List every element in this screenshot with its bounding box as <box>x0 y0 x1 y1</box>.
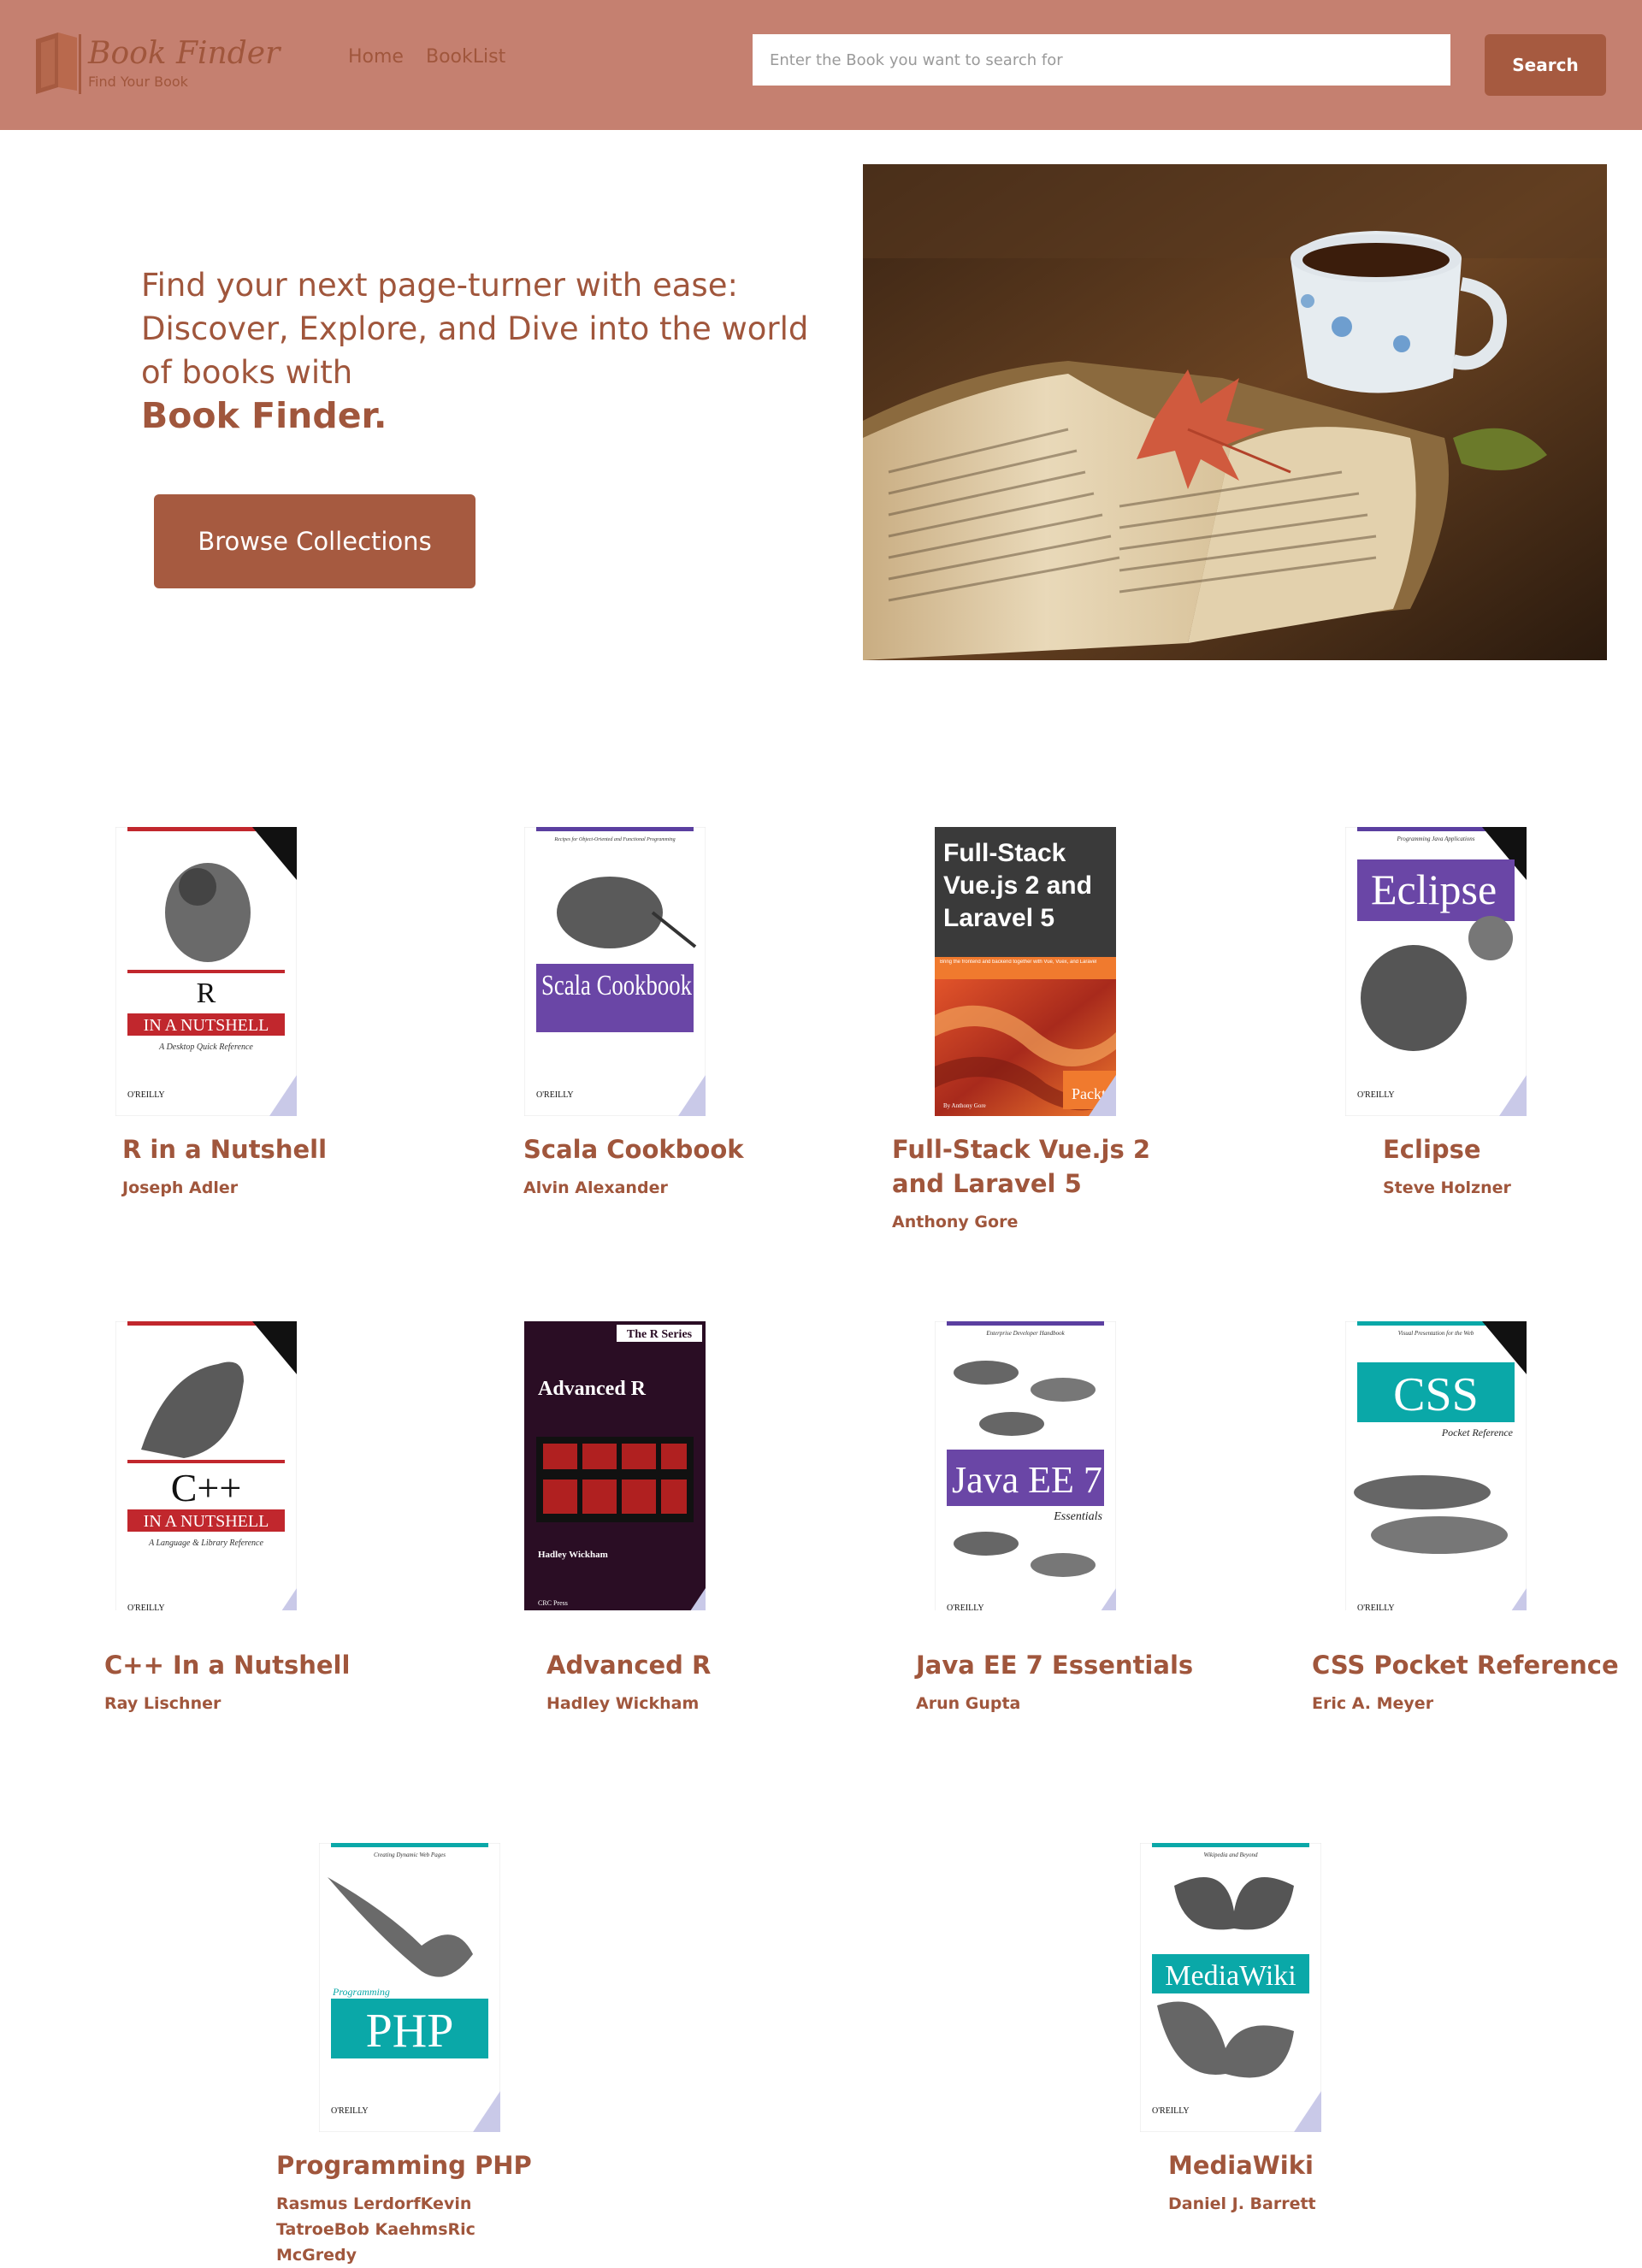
book-title[interactable]: Full-Stack Vue.js 2 and Laravel 5 <box>892 1132 1183 1201</box>
book-cover-art: Wikipedia and Beyond MediaWiki O'REILLY <box>1140 1843 1321 2132</box>
cover-subtitle: A Desktop Quick Reference <box>158 1042 253 1052</box>
cover-title: Full-Stack Vue.js 2 and Laravel 5 <box>943 839 1092 932</box>
cover-top: Visual Presentation for the Web <box>1398 1330 1474 1337</box>
search-button[interactable]: Search <box>1485 34 1606 96</box>
book-author: Anthony Gore <box>892 1213 1019 1231</box>
book-title[interactable]: MediaWiki <box>1168 2148 1442 2182</box>
cover-publisher: O'REILLY <box>947 1604 984 1610</box>
book-title[interactable]: C++ In a Nutshell <box>104 1648 446 1682</box>
cover-byline: By Anthony Gore <box>943 1102 986 1109</box>
brand-name[interactable]: Book Finder <box>88 36 280 71</box>
book-cover[interactable]: Enterprise Developer Handbook Java EE 7 … <box>935 1321 1116 1610</box>
book-cover[interactable]: Programming Java Applications Eclipse O'… <box>1345 827 1527 1116</box>
book-title[interactable]: Java EE 7 Essentials <box>916 1648 1207 1682</box>
nav-link-booklist[interactable]: BookList <box>426 46 505 68</box>
book-author: Alvin Alexander <box>523 1178 668 1197</box>
cover-publisher: O'REILLY <box>127 1090 165 1100</box>
book-title[interactable]: R in a Nutshell <box>122 1132 413 1166</box>
book-cover-art: Enterprise Developer Handbook Java EE 7 … <box>935 1321 1116 1610</box>
book-title[interactable]: Eclipse <box>1383 1132 1639 1166</box>
book-cover[interactable]: Full-Stack Vue.js 2 and Laravel 5 Bring … <box>935 827 1116 1116</box>
book-cover[interactable]: R IN A NUTSHELL A Desktop Quick Referenc… <box>115 827 297 1116</box>
book-cover-art: Creating Dynamic Web Pages Programming P… <box>319 1843 500 2132</box>
browse-collections-button[interactable]: Browse Collections <box>154 494 475 588</box>
cover-title: Scala Cookbook <box>541 970 692 1001</box>
book-author: Arun Gupta <box>916 1694 1021 1713</box>
book-title[interactable]: Scala Cookbook <box>523 1132 848 1166</box>
cover-series: The R Series <box>627 1328 693 1341</box>
cover-subtitle: Recipes for Object-Oriented and Function… <box>553 836 675 842</box>
book-cover[interactable]: Recipes for Object-Oriented and Function… <box>524 827 706 1116</box>
cover-publisher: O'REILLY <box>536 1090 574 1100</box>
hero-tagline: Find your next page-turner with ease: Di… <box>141 267 809 391</box>
book-author: Eric A. Meyer <box>1312 1694 1434 1713</box>
brand-tagline: Find Your Book <box>88 74 188 90</box>
book-cover-art: Full-Stack Vue.js 2 and Laravel 5 Bring … <box>935 827 1116 1116</box>
book-cover[interactable]: Visual Presentation for the Web CSS Pock… <box>1345 1321 1527 1610</box>
cover-title: Advanced R <box>538 1378 647 1400</box>
cover-byline: Hadley Wickham <box>538 1550 608 1560</box>
cover-subtitle: A Language & Library Reference <box>148 1539 263 1548</box>
book-cover-art: R IN A NUTSHELL A Desktop Quick Referenc… <box>115 827 297 1116</box>
cover-publisher: O'REILLY <box>1152 2106 1190 2116</box>
book-cover-art: C++ IN A NUTSHELL A Language & Library R… <box>115 1321 297 1610</box>
hero-text: Find your next page-turner with ease: Di… <box>141 263 842 438</box>
cover-publisher: O'REILLY <box>1357 1090 1395 1100</box>
book-title[interactable]: CSS Pocket Reference <box>1312 1648 1637 1682</box>
cover-banner: IN A NUTSHELL <box>144 1016 269 1035</box>
book-author: Ray Lischner <box>104 1694 221 1713</box>
nav-link-home[interactable]: Home <box>348 46 404 68</box>
book-cover[interactable]: Creating Dynamic Web Pages Programming P… <box>319 1843 500 2132</box>
cover-top: Enterprise Developer Handbook <box>985 1330 1065 1337</box>
book-author: Rasmus LerdorfKevin TatroeBob KaehmsRic … <box>276 2194 475 2265</box>
cover-title: R <box>197 977 216 1009</box>
cover-title: Java EE 7 <box>952 1459 1102 1501</box>
cover-publisher: O'REILLY <box>331 2106 369 2116</box>
cover-subtitle: Bring the frontend and backend together … <box>940 960 1097 965</box>
book-cover[interactable]: Wikipedia and Beyond MediaWiki O'REILLY <box>1140 1843 1321 2132</box>
cover-title: C++ <box>171 1466 242 1509</box>
book-title[interactable]: Advanced R <box>546 1648 837 1682</box>
book-author: Hadley Wickham <box>546 1694 700 1713</box>
book-cover[interactable]: C++ IN A NUTSHELL A Language & Library R… <box>115 1321 297 1610</box>
book-cover-art: Recipes for Object-Oriented and Function… <box>524 827 706 1116</box>
hero-book-image <box>863 164 1607 660</box>
cover-subtitle: Essentials <box>1053 1510 1102 1523</box>
book-cover-art: Programming Java Applications Eclipse O'… <box>1345 827 1527 1116</box>
cover-title: PHP <box>366 2005 454 2058</box>
book-cover[interactable]: The R Series Advanced R Hadley Wickham C… <box>524 1321 706 1610</box>
cover-publisher: O'REILLY <box>127 1604 165 1610</box>
book-logo-icon[interactable] <box>32 31 84 96</box>
book-cover-art: The R Series Advanced R Hadley Wickham C… <box>524 1321 706 1610</box>
cover-top: Creating Dynamic Web Pages <box>374 1852 446 1858</box>
hero-brand: Book Finder. <box>141 395 387 436</box>
cover-title: CSS <box>1393 1368 1479 1421</box>
cover-subtitle: Programming Java Applications <box>1397 836 1475 842</box>
cover-banner: IN A NUTSHELL <box>144 1512 269 1531</box>
book-author: Steve Holzner <box>1383 1178 1511 1197</box>
navbar: Book Finder Find Your Book Home BookList… <box>0 0 1642 130</box>
cover-subtitle: Programming <box>332 1986 390 1998</box>
book-cover-art: Visual Presentation for the Web CSS Pock… <box>1345 1321 1527 1610</box>
cover-publisher: O'REILLY <box>1357 1604 1395 1610</box>
cover-publisher-crc: CRC Press <box>538 1599 568 1607</box>
cover-title: MediaWiki <box>1165 1960 1296 1992</box>
cover-subtitle: Pocket Reference <box>1441 1426 1514 1438</box>
cover-title: Eclipse <box>1371 865 1497 913</box>
book-author: Daniel J. Barrett <box>1168 2194 1316 2213</box>
book-author: Joseph Adler <box>122 1178 239 1197</box>
book-title[interactable]: Programming PHP <box>276 2148 635 2182</box>
search-input[interactable] <box>753 34 1450 86</box>
cover-top: Wikipedia and Beyond <box>1204 1852 1258 1858</box>
